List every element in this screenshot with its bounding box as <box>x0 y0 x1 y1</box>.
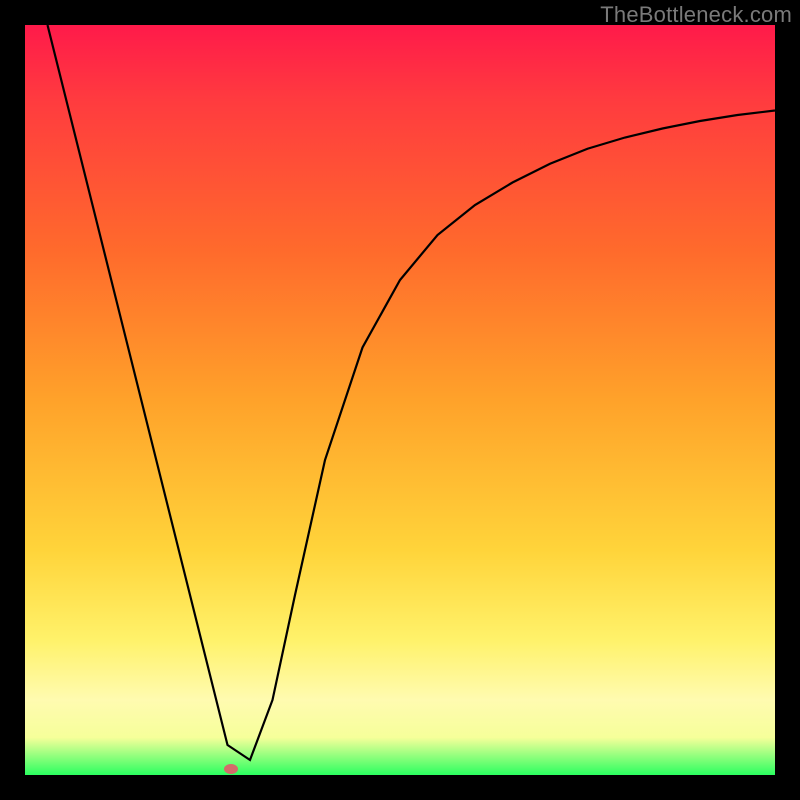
bottleneck-curve <box>48 25 776 760</box>
watermark-text: TheBottleneck.com <box>600 2 792 28</box>
chart-frame: TheBottleneck.com <box>0 0 800 800</box>
curve-svg <box>25 25 775 775</box>
minimum-marker <box>224 764 238 774</box>
plot-area <box>25 25 775 775</box>
